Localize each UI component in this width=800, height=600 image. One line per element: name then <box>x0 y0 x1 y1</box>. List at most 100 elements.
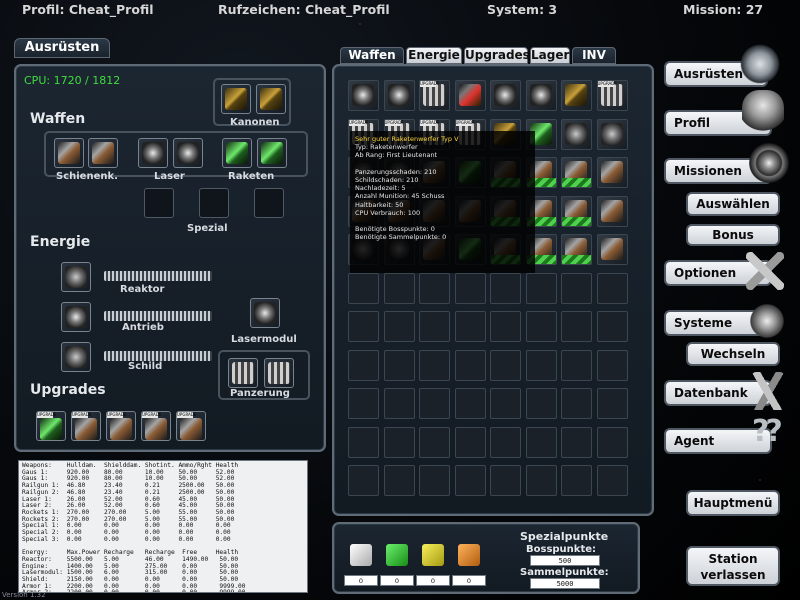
inventory-cell[interactable] <box>454 311 486 342</box>
panzerung-slot-2[interactable] <box>264 358 294 388</box>
inventory-cell[interactable] <box>348 349 379 381</box>
inventory-cell[interactable] <box>348 426 379 458</box>
inventory-cell[interactable] <box>490 465 521 496</box>
inventory-cell[interactable] <box>596 118 628 150</box>
kanone-slot-2[interactable] <box>256 84 286 114</box>
inventory-cell[interactable] <box>561 388 592 419</box>
inventory-cell[interactable] <box>419 388 450 419</box>
menu-hauptmenue-button[interactable]: Hauptmenü <box>686 490 780 516</box>
crosshair-icon[interactable] <box>748 142 790 184</box>
inventory-cell[interactable] <box>561 311 592 342</box>
inventory-cell[interactable] <box>383 426 415 458</box>
inventory-cell[interactable] <box>454 80 486 111</box>
laser-slot-2[interactable] <box>173 138 203 168</box>
inventory-cell[interactable] <box>383 465 415 496</box>
inventory-cell[interactable] <box>525 465 557 496</box>
inventory-cell[interactable] <box>490 388 521 419</box>
lasermodul-slot[interactable] <box>250 298 280 328</box>
schienenk-slot-2[interactable] <box>88 138 118 168</box>
menu-bonus-button[interactable]: Bonus <box>686 224 780 246</box>
tab-waffen[interactable]: Waffen <box>340 47 404 64</box>
spezial-slot-3[interactable] <box>254 188 284 218</box>
menu-auswaehlen-button[interactable]: Auswählen <box>686 192 780 216</box>
inventory-cell[interactable]: UPGRADE <box>419 80 450 111</box>
inventory-cell[interactable] <box>383 349 415 381</box>
inventory-cell[interactable] <box>348 388 379 419</box>
spezial-slot-1[interactable] <box>144 188 174 218</box>
inventory-cell[interactable] <box>490 349 521 381</box>
tab-inv[interactable]: INV <box>572 47 616 64</box>
inventory-cell[interactable] <box>348 465 379 496</box>
kanone-slot-1[interactable] <box>221 84 251 114</box>
raketen-slot-2[interactable] <box>257 138 287 168</box>
inventory-cell[interactable] <box>596 234 628 265</box>
schienenk-slot-1[interactable] <box>54 138 84 168</box>
inventory-cell[interactable] <box>596 388 628 419</box>
label-reaktor: Reaktor <box>120 284 165 295</box>
laser-slot-1[interactable] <box>138 138 168 168</box>
inventory-cell[interactable] <box>454 349 486 381</box>
inventory-cell[interactable] <box>525 388 557 419</box>
inventory-cell[interactable] <box>348 80 379 111</box>
tab-ausruesten[interactable]: Ausrüsten <box>14 38 110 58</box>
inventory-cell[interactable] <box>348 311 379 342</box>
upgrade-slot-4[interactable]: UPGRADE <box>141 411 171 441</box>
inventory-cell[interactable] <box>490 311 521 342</box>
inventory-cell[interactable] <box>561 157 592 188</box>
panzerung-slot-1[interactable] <box>228 358 258 388</box>
inventory-cell[interactable] <box>383 272 415 304</box>
inventory-cell[interactable] <box>596 272 628 304</box>
inventory-cell[interactable] <box>596 426 628 458</box>
inventory-cell[interactable] <box>454 388 486 419</box>
inventory-cell[interactable] <box>596 465 628 496</box>
inventory-cell[interactable] <box>419 311 450 342</box>
inventory-cell[interactable] <box>561 272 592 304</box>
inventory-cell[interactable] <box>525 349 557 381</box>
inventory-cell[interactable] <box>561 426 592 458</box>
upgrade-slot-5[interactable]: UPGRADE <box>176 411 206 441</box>
inventory-cell[interactable] <box>561 80 592 111</box>
inventory-cell[interactable] <box>419 465 450 496</box>
antrieb-slot[interactable] <box>61 302 91 332</box>
inventory-cell[interactable] <box>561 234 592 265</box>
inventory-cell[interactable] <box>561 195 592 227</box>
upgrade-slot-1[interactable]: UPGRADE <box>36 411 66 441</box>
inventory-cell[interactable] <box>454 465 486 496</box>
menu-wechseln-button[interactable]: Wechseln <box>686 342 780 366</box>
inventory-cell[interactable] <box>454 426 486 458</box>
menu-station-verlassen-button[interactable]: Station verlassen <box>686 546 780 586</box>
reaktor-slot[interactable] <box>61 262 91 292</box>
inventory-cell[interactable]: UPGRADE <box>596 80 628 111</box>
inventory-cell[interactable] <box>419 349 450 381</box>
inventory-cell[interactable] <box>525 80 557 111</box>
inventory-cell[interactable] <box>383 80 415 111</box>
inventory-cell[interactable] <box>596 195 628 227</box>
inventory-cell[interactable] <box>561 465 592 496</box>
raketen-slot-1[interactable] <box>222 138 252 168</box>
inventory-cell[interactable] <box>525 272 557 304</box>
inventory-cell[interactable] <box>490 272 521 304</box>
upgrade-slot-3[interactable]: UPGRADE <box>106 411 136 441</box>
inventory-cell[interactable] <box>596 157 628 188</box>
inventory-cell[interactable] <box>525 311 557 342</box>
tab-upgrades[interactable]: Upgrades <box>464 47 530 64</box>
inventory-cell[interactable] <box>490 426 521 458</box>
upgrade-item-icon <box>423 84 445 106</box>
inventory-cell[interactable] <box>596 311 628 342</box>
schild-slot[interactable] <box>61 342 91 372</box>
inventory-cell[interactable] <box>525 426 557 458</box>
spezial-slot-2[interactable] <box>199 188 229 218</box>
inventory-cell[interactable] <box>383 388 415 419</box>
inventory-cell[interactable] <box>561 349 592 381</box>
upgrade-slot-2[interactable]: UPGRADE <box>71 411 101 441</box>
inventory-cell[interactable] <box>454 272 486 304</box>
inventory-cell[interactable] <box>596 349 628 381</box>
inventory-cell[interactable] <box>419 272 450 304</box>
tab-lager[interactable]: Lager <box>530 47 570 64</box>
inventory-cell[interactable] <box>561 118 592 150</box>
tab-energie[interactable]: Energie <box>406 47 462 64</box>
inventory-cell[interactable] <box>419 426 450 458</box>
inventory-cell[interactable] <box>490 80 521 111</box>
inventory-cell[interactable] <box>348 272 379 304</box>
inventory-cell[interactable] <box>383 311 415 342</box>
